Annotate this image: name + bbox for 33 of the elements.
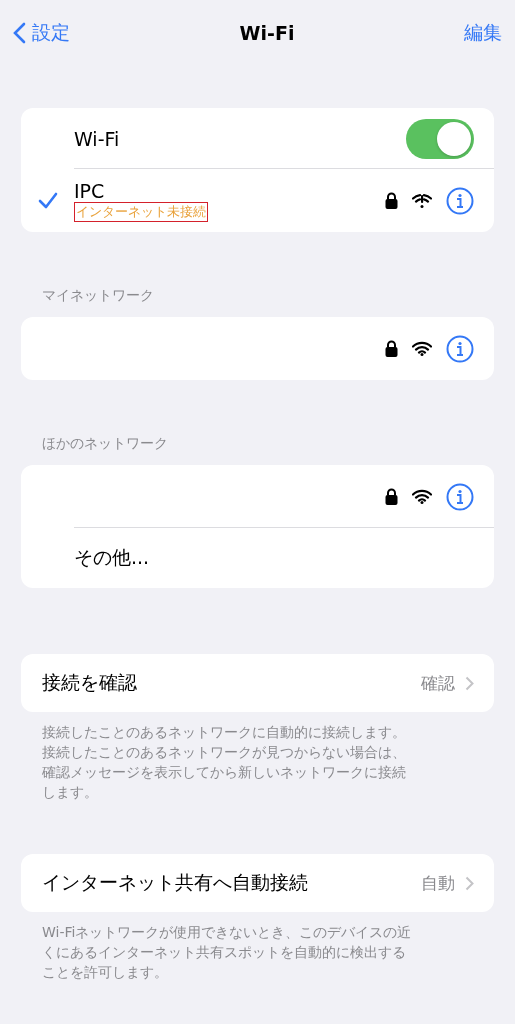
lock-icon — [385, 340, 398, 357]
chevron-icon — [465, 875, 474, 891]
network-status: インターネット未接続 — [74, 201, 208, 222]
setting-label[interactable]: 接続を確認 — [21, 670, 421, 696]
description-line: 接続したことのあるネットワークが見つからない場合は、 — [42, 743, 406, 762]
edit-button[interactable]: 編集 — [464, 20, 502, 46]
description-line: ことを許可します。 — [42, 963, 168, 982]
back-chevron-icon — [13, 22, 26, 44]
description-line: 接続したことのあるネットワークに自動的に接続します。 — [42, 723, 406, 742]
description-line: 確認メッセージを表示してから新しいネットワークに接続 — [42, 763, 406, 782]
section-header: ほかのネットワーク — [41, 435, 169, 453]
section-header: マイネットワーク — [41, 287, 155, 305]
wifi-label: Wi-Fi — [74, 127, 121, 150]
back-button[interactable]: 設定 — [13, 20, 70, 46]
description-line: します。 — [42, 783, 98, 802]
setting-value: 自動 — [421, 871, 455, 895]
wifi-icon — [412, 489, 432, 504]
description-line: Wi-Fiネットワークが使用できないとき、このデバイスの近 — [42, 923, 412, 942]
info-icon[interactable] — [446, 186, 474, 215]
network-name: IPC — [74, 179, 106, 202]
wifi-warning-icon — [412, 192, 432, 209]
setting-value: 確認 — [421, 671, 455, 695]
wifi-icon — [412, 341, 432, 356]
wifi-toggle[interactable] — [406, 118, 474, 159]
chevron-icon — [465, 675, 474, 691]
screen-title: Wi-Fi — [239, 22, 295, 44]
description-line: くにあるインターネット共有スポットを自動的に検出する — [42, 943, 406, 962]
lock-icon — [385, 488, 398, 505]
lock-icon — [385, 192, 398, 209]
info-icon[interactable] — [446, 482, 474, 511]
info-icon[interactable] — [446, 334, 474, 363]
setting-label[interactable]: インターネット共有へ自動接続 — [21, 870, 421, 896]
other-network-item[interactable]: その他... — [74, 545, 474, 571]
